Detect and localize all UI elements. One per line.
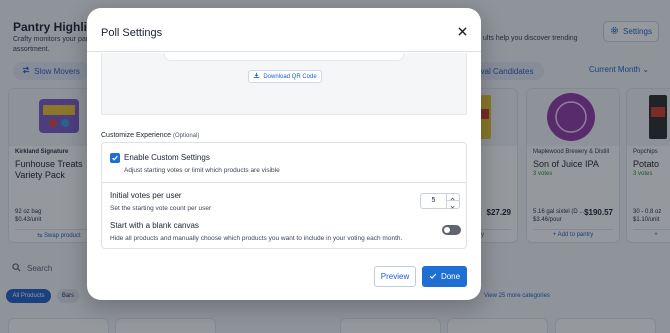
dialog-header: Poll Settings: [87, 8, 481, 52]
chevron-down-icon: [450, 196, 455, 214]
blank-canvas-description: Hide all products and manually choose wh…: [110, 235, 403, 242]
qr-code-frame: [164, 53, 404, 61]
toggle-knob: [444, 227, 450, 233]
check-icon: [111, 149, 119, 167]
done-button[interactable]: Done: [422, 266, 467, 287]
qr-code-panel: Download QR Code: [101, 53, 467, 115]
poll-settings-dialog: Poll Settings Download QR Code Customize…: [87, 8, 481, 300]
check-icon: [429, 272, 437, 282]
custom-settings-description: Adjust starting votes or limit which pro…: [124, 167, 280, 174]
initial-votes-stepper[interactable]: 5: [420, 193, 460, 209]
custom-settings-row: Enable Custom Settings Adjust starting v…: [102, 143, 466, 183]
optional-tag: (Optional): [172, 133, 200, 139]
custom-settings-title: Enable Custom Settings: [124, 153, 210, 162]
initial-votes-description: Set the starting vote count per user: [110, 205, 212, 212]
download-qr-label: Download QR Code: [263, 73, 317, 80]
download-icon: [253, 72, 260, 81]
preview-button[interactable]: Preview: [374, 266, 416, 287]
custom-settings-panel: Enable Custom Settings Adjust starting v…: [101, 142, 467, 249]
enable-custom-settings-checkbox[interactable]: [110, 153, 120, 163]
initial-votes-input[interactable]: 5: [421, 194, 447, 208]
section-heading-text: Customize Experience: [101, 132, 172, 139]
blank-canvas-toggle[interactable]: [442, 225, 461, 235]
section-heading: Customize Experience (Optional): [101, 132, 199, 139]
initial-votes-title: Initial votes per user: [110, 191, 182, 200]
download-qr-button[interactable]: Download QR Code: [248, 70, 322, 83]
decrement-button[interactable]: [446, 201, 459, 208]
dialog-title: Poll Settings: [101, 27, 163, 39]
close-icon: [457, 23, 467, 41]
blank-canvas-title: Start with a blank canvas: [110, 221, 199, 230]
done-label: Done: [440, 272, 461, 281]
close-button[interactable]: [455, 25, 469, 39]
